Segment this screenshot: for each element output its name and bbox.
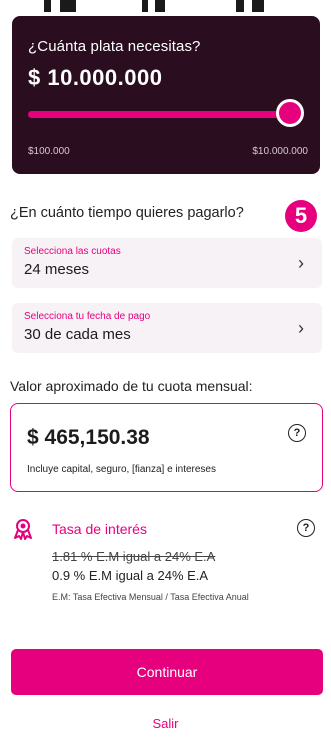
continue-button[interactable]: Continuar: [11, 649, 323, 695]
payment-date-value: 30 de cada mes: [24, 326, 131, 343]
monthly-amount: $ 465,150.38: [27, 426, 150, 449]
loan-amount-card: ¿Cuánta plata necesitas? $ 10.000.000 $1…: [12, 16, 320, 174]
amount-min-label: $100.000: [28, 146, 70, 157]
installments-label: Selecciona las cuotas: [24, 246, 121, 257]
cropped-header: [0, 0, 331, 12]
rate-old: 1.81 % E.M igual a 24% E.A: [52, 549, 216, 564]
rate-definition: E.M: Tasa Efectiva Mensual / Tasa Efecti…: [52, 592, 249, 602]
exit-link[interactable]: Salir: [0, 716, 331, 731]
installments-value: 24 meses: [24, 261, 90, 278]
rate-title: Tasa de interés: [52, 521, 147, 537]
step-badge: 5: [285, 200, 317, 232]
monthly-quote-card: $ 465,150.38 ? Incluye capital, seguro, …: [10, 403, 323, 492]
payment-date-select[interactable]: Selecciona tu fecha de pago 30 de cada m…: [12, 303, 322, 353]
amount-slider-track[interactable]: [28, 111, 290, 118]
term-question: ¿En cuánto tiempo quieres pagarlo?: [10, 205, 244, 221]
amount-slider-thumb[interactable]: [276, 99, 304, 127]
award-icon: [14, 519, 32, 540]
chevron-right-icon: ›: [298, 318, 304, 338]
monthly-note: Incluye capital, seguro, [fianza] e inte…: [27, 464, 216, 475]
amount-question: ¿Cuánta plata necesitas?: [28, 38, 201, 55]
installments-select[interactable]: Selecciona las cuotas 24 meses ›: [12, 238, 322, 288]
chevron-right-icon: ›: [298, 253, 304, 273]
rate-new: 0.9 % E.M igual a 24% E.A: [52, 568, 209, 583]
monthly-question: Valor aproximado de tu cuota mensual:: [10, 378, 253, 394]
loan-amount: $ 10.000.000: [28, 65, 163, 90]
help-icon[interactable]: ?: [288, 424, 306, 442]
payment-date-label: Selecciona tu fecha de pago: [24, 311, 151, 322]
amount-max-label: $10.000.000: [252, 146, 308, 157]
help-icon[interactable]: ?: [297, 519, 315, 537]
